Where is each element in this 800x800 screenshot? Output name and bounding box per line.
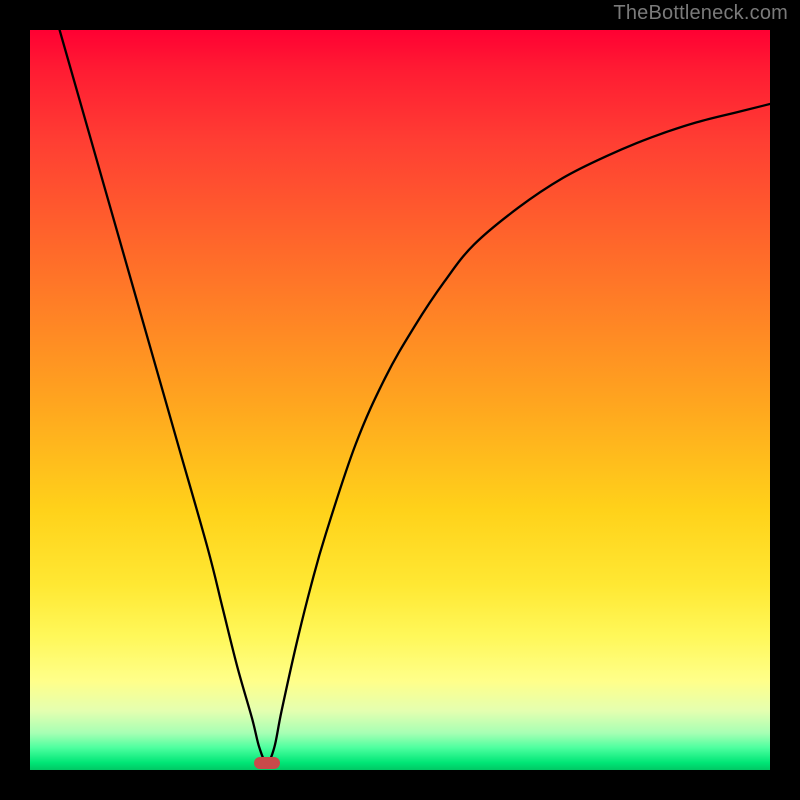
chart-frame: TheBottleneck.com <box>0 0 800 800</box>
minimum-marker <box>254 757 280 769</box>
bottleneck-curve <box>30 30 770 770</box>
plot-area <box>30 30 770 770</box>
watermark-text: TheBottleneck.com <box>613 2 788 25</box>
